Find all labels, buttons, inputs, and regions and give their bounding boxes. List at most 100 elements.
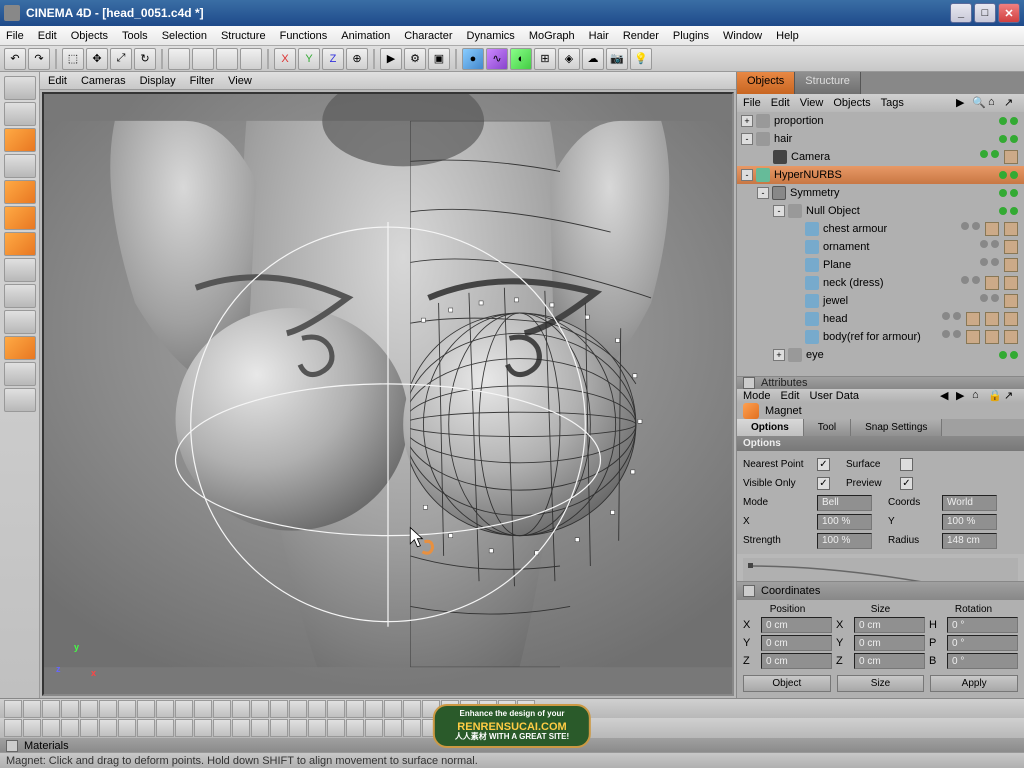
tree-toggle[interactable]: +: [773, 349, 785, 361]
bottom-tool-button[interactable]: [365, 719, 383, 737]
tree-toggle[interactable]: -: [741, 169, 753, 181]
bottom-tool-button[interactable]: [137, 700, 155, 718]
visibility-dot[interactable]: [999, 207, 1007, 215]
bottom-tool-button[interactable]: [23, 700, 41, 718]
visibility-dot[interactable]: [999, 189, 1007, 197]
coord-field[interactable]: 0 cm: [761, 635, 832, 651]
coord-field[interactable]: 0 °: [947, 653, 1018, 669]
collapse-icon[interactable]: [743, 585, 755, 597]
menu-file[interactable]: File: [6, 30, 24, 42]
tag-icon[interactable]: [985, 312, 999, 326]
x-field[interactable]: 100 %: [817, 514, 872, 530]
render-settings-button[interactable]: ⚙: [404, 48, 426, 70]
tree-row[interactable]: Camera: [737, 148, 1024, 166]
visibility-dot[interactable]: [991, 294, 999, 302]
visibility-dot[interactable]: [999, 117, 1007, 125]
tool-button-1[interactable]: [4, 336, 36, 360]
undo-button[interactable]: ↶: [4, 48, 26, 70]
toolbar-btn-4[interactable]: [240, 48, 262, 70]
tree-toggle[interactable]: -: [773, 205, 785, 217]
render-button[interactable]: ▶: [380, 48, 402, 70]
bottom-tool-button[interactable]: [289, 719, 307, 737]
scale-tool[interactable]: ⤢: [110, 48, 132, 70]
visibility-dot[interactable]: [1010, 351, 1018, 359]
axis-mode-button[interactable]: [4, 154, 36, 178]
visibility-dot[interactable]: [1010, 189, 1018, 197]
visibility-dot[interactable]: [1010, 135, 1018, 143]
render-region-button[interactable]: ▣: [428, 48, 450, 70]
menu-render[interactable]: Render: [623, 30, 659, 42]
tag-icon[interactable]: [1004, 150, 1018, 164]
tag-icon[interactable]: [1004, 240, 1018, 254]
collapse-icon[interactable]: [6, 740, 18, 752]
axis-y-toggle[interactable]: Y: [298, 48, 320, 70]
coord-apply-button[interactable]: Apply: [930, 675, 1018, 692]
tree-row[interactable]: +proportion: [737, 112, 1024, 130]
tree-row[interactable]: -Symmetry: [737, 184, 1024, 202]
viewport-menu-view[interactable]: View: [228, 75, 252, 87]
environment-button[interactable]: ☁: [582, 48, 604, 70]
panel-icon[interactable]: ⌂: [988, 96, 1002, 110]
visibility-dot[interactable]: [999, 135, 1007, 143]
spline-button[interactable]: ∿: [486, 48, 508, 70]
menu-selection[interactable]: Selection: [162, 30, 207, 42]
attr-menu-mode[interactable]: Mode: [743, 390, 771, 402]
object-mode-button[interactable]: [4, 128, 36, 152]
deformer-button[interactable]: ◈: [558, 48, 580, 70]
maximize-button[interactable]: □: [974, 3, 996, 23]
coord-system-toggle[interactable]: ⊕: [346, 48, 368, 70]
objects-menu-tags[interactable]: Tags: [881, 97, 904, 109]
bottom-tool-button[interactable]: [99, 700, 117, 718]
bottom-tool-button[interactable]: [270, 719, 288, 737]
attr-icon[interactable]: ◀: [940, 389, 954, 403]
attr-tab-snap[interactable]: Snap Settings: [851, 419, 942, 436]
bottom-tool-button[interactable]: [80, 719, 98, 737]
menu-plugins[interactable]: Plugins: [673, 30, 709, 42]
axis-z-toggle[interactable]: Z: [322, 48, 344, 70]
bottom-tool-button[interactable]: [175, 700, 193, 718]
model-mode-button[interactable]: [4, 102, 36, 126]
menu-functions[interactable]: Functions: [280, 30, 328, 42]
viewport-menu-filter[interactable]: Filter: [190, 75, 214, 87]
attr-icon[interactable]: ↗: [1004, 389, 1018, 403]
bottom-tool-button[interactable]: [61, 700, 79, 718]
bottom-tool-button[interactable]: [4, 719, 22, 737]
visibility-dot[interactable]: [961, 276, 969, 284]
viewport-3d-content[interactable]: yzx: [44, 94, 732, 694]
viewport-menu-display[interactable]: Display: [140, 75, 176, 87]
bottom-tool-button[interactable]: [308, 719, 326, 737]
tree-row[interactable]: ornament: [737, 238, 1024, 256]
bottom-tool-button[interactable]: [251, 700, 269, 718]
array-button[interactable]: ⊞: [534, 48, 556, 70]
rotate-tool[interactable]: ↻: [134, 48, 156, 70]
snap-button[interactable]: [4, 310, 36, 334]
bottom-tool-button[interactable]: [346, 700, 364, 718]
tree-row[interactable]: head: [737, 310, 1024, 328]
object-tree[interactable]: +proportion-hairCamera-HyperNURBS-Symmet…: [737, 112, 1024, 377]
tag-icon[interactable]: [1004, 294, 1018, 308]
light-button[interactable]: 💡: [630, 48, 652, 70]
bottom-tool-button[interactable]: [232, 719, 250, 737]
tree-row[interactable]: +eye: [737, 346, 1024, 364]
bottom-tool-button[interactable]: [232, 700, 250, 718]
make-editable-button[interactable]: [4, 76, 36, 100]
bottom-tool-button[interactable]: [213, 700, 231, 718]
radius-field[interactable]: 148 cm: [942, 533, 997, 549]
objects-menu-view[interactable]: View: [800, 97, 824, 109]
bottom-tool-button[interactable]: [384, 700, 402, 718]
mode-dropdown[interactable]: Bell: [817, 495, 872, 511]
tree-row[interactable]: -hair: [737, 130, 1024, 148]
menu-objects[interactable]: Objects: [71, 30, 108, 42]
texture-mode-button[interactable]: [4, 258, 36, 282]
visibility-dot[interactable]: [953, 330, 961, 338]
bottom-tool-button[interactable]: [346, 719, 364, 737]
menu-help[interactable]: Help: [776, 30, 799, 42]
panel-icon[interactable]: ▶: [956, 96, 970, 110]
bottom-tool-button[interactable]: [80, 700, 98, 718]
visibility-dot[interactable]: [980, 294, 988, 302]
bottom-tool-button[interactable]: [156, 700, 174, 718]
menu-animation[interactable]: Animation: [341, 30, 390, 42]
attr-icon[interactable]: 🔒: [988, 389, 1002, 403]
preview-checkbox[interactable]: ✓: [900, 477, 913, 490]
tab-structure[interactable]: Structure: [795, 72, 861, 94]
